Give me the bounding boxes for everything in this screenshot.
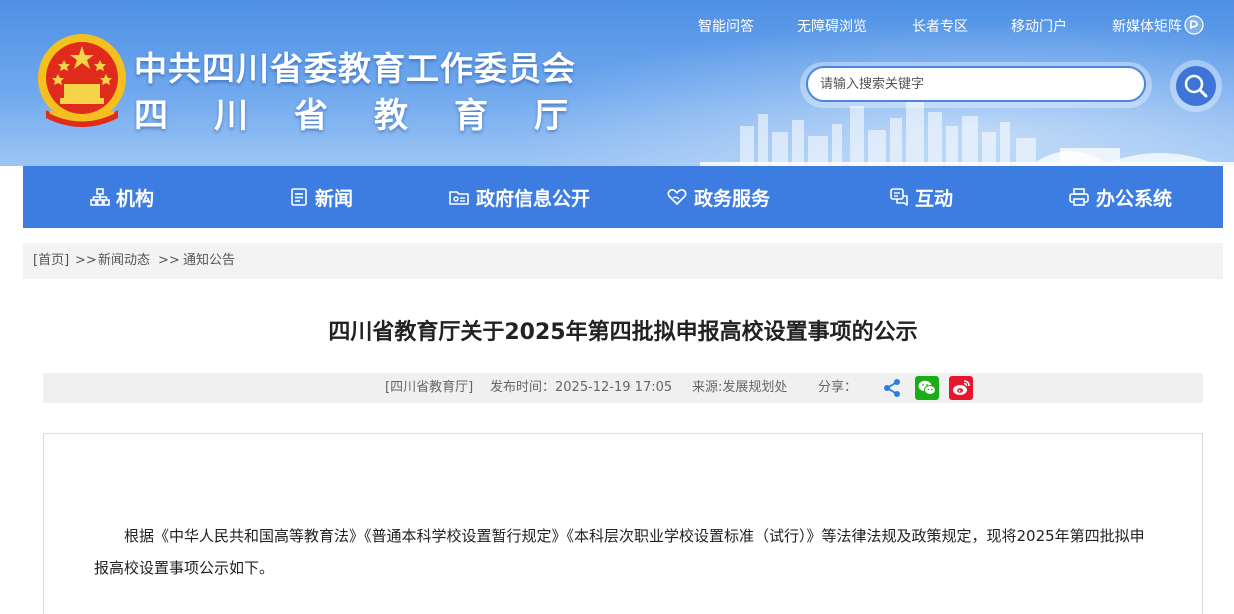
- breadcrumb-news[interactable]: 新闻动态: [98, 243, 150, 279]
- new-media-icon[interactable]: [1184, 15, 1204, 35]
- site-title-main: 中共四川省委教育工作委员会: [134, 49, 576, 88]
- chat-icon: [890, 188, 908, 206]
- printer-icon: [1069, 188, 1089, 206]
- national-emblem-icon: [38, 34, 126, 127]
- share-label: 分享：: [818, 380, 858, 395]
- nav-label-news: 新闻: [315, 187, 354, 210]
- nav-label-organization: 机构: [116, 187, 155, 210]
- article-publish-time: 发布时间：2025-12-19 17:05: [490, 380, 673, 395]
- nav-item-office-system[interactable]: 办公系统: [1068, 166, 1172, 228]
- nav-label-gov-services: 政务服务: [694, 187, 771, 210]
- breadcrumb-notices[interactable]: 通知公告: [183, 243, 235, 279]
- site-header: 中共四川省委教育工作委员会 四川省教育厅 智能问答 无障碍浏览 长者专区 移动门…: [0, 0, 1234, 166]
- article-meta: [四川省教育厅] 发布时间：2025-12-19 17:05 来源:发展规划处 …: [43, 373, 1203, 403]
- top-link-elderly[interactable]: 长者专区: [912, 16, 968, 36]
- top-link-mobile-portal[interactable]: 移动门户: [1011, 16, 1067, 36]
- nav-item-gov-services[interactable]: 政务服务: [666, 166, 770, 228]
- top-link-smart-qa[interactable]: 智能问答: [698, 16, 754, 36]
- share-icon[interactable]: [881, 377, 903, 399]
- search-input[interactable]: [806, 66, 1146, 102]
- breadcrumb: [首页] >> 新闻动态 >> 通知公告: [23, 243, 1223, 279]
- breadcrumb-home[interactable]: [首页]: [33, 243, 69, 279]
- wechat-icon[interactable]: [915, 376, 939, 400]
- nav-item-gov-info[interactable]: 政府信息公开: [448, 166, 590, 228]
- breadcrumb-separator: >>: [158, 253, 180, 268]
- org-chart-icon: [90, 188, 110, 206]
- nav-item-news[interactable]: 新闻: [289, 166, 353, 228]
- article-title: 四川省教育厅关于2025年第四批拟申报高校设置事项的公示: [328, 320, 918, 345]
- nav-label-office-system: 办公系统: [1096, 187, 1173, 210]
- main-nav: 机构 新闻 政府信息公开 政务服务 互动 办公系统: [23, 166, 1223, 228]
- search-button[interactable]: [1176, 66, 1216, 106]
- news-icon: [291, 188, 307, 206]
- heart-hand-icon: [667, 189, 687, 205]
- breadcrumb-separator: >>: [75, 253, 97, 268]
- top-link-accessibility[interactable]: 无障碍浏览: [797, 16, 867, 36]
- weibo-icon[interactable]: [949, 376, 973, 400]
- article-source: [四川省教育厅]: [385, 380, 474, 395]
- site-title-sub: 四川省教育厅: [134, 96, 614, 136]
- top-link-new-media[interactable]: 新媒体矩阵: [1112, 16, 1182, 36]
- nav-label-interaction: 互动: [915, 187, 954, 210]
- article-origin: 来源:发展规划处: [692, 380, 788, 395]
- info-folder-icon: [449, 191, 469, 205]
- article-paragraph: 根据《中华人民共和国高等教育法》《普通本科学校设置暂行规定》《本科层次职业学校设…: [94, 527, 1145, 577]
- nav-item-interaction[interactable]: 互动: [889, 166, 953, 228]
- search-icon: [1184, 74, 1208, 98]
- nav-item-organization[interactable]: 机构: [90, 166, 154, 228]
- nav-label-gov-info: 政府信息公开: [476, 187, 591, 210]
